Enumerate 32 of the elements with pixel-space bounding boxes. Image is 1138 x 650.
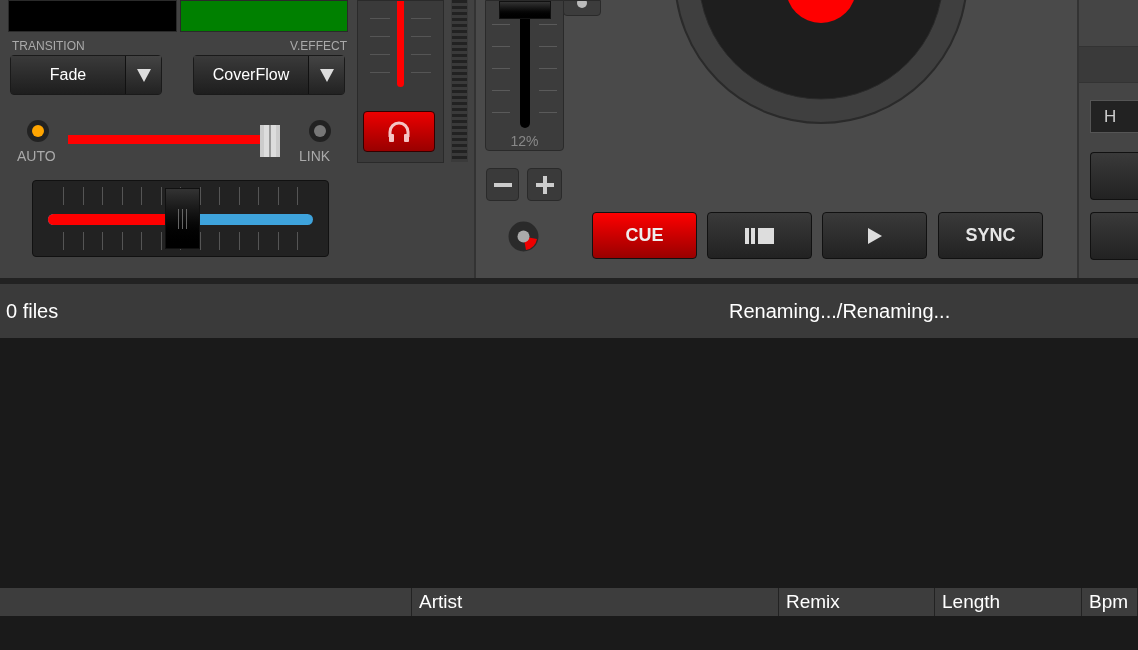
column-header[interactable]: Bpm [1082, 588, 1138, 616]
input-field[interactable]: H [1090, 100, 1138, 133]
transition-dropdown[interactable]: Fade [10, 55, 162, 95]
file-count: 0 files [5, 299, 60, 324]
dropdown-arrow-icon [135, 67, 152, 83]
play-button[interactable] [822, 212, 927, 259]
headphones-icon [387, 120, 411, 143]
link-label: LINK [299, 147, 331, 166]
crossfader[interactable] [32, 180, 329, 257]
column-header[interactable]: Length [935, 588, 1082, 616]
knob-icon[interactable] [508, 221, 539, 252]
pitch-down-button[interactable] [486, 168, 519, 201]
video-effect-dropdown[interactable]: CoverFlow [193, 55, 345, 95]
pitch-slider[interactable] [485, 0, 564, 151]
pause-stop-icon [744, 227, 775, 244]
play-icon [867, 227, 882, 244]
dropdown-arrow-icon [318, 67, 335, 83]
sync-button[interactable]: SYNC [938, 212, 1043, 259]
veffect-label: V.EFFECT [290, 38, 347, 55]
pitch-up-button[interactable] [527, 168, 562, 201]
auto-label: AUTO [17, 147, 56, 166]
plus-icon [535, 175, 554, 194]
pitch-range-button[interactable] [563, 0, 601, 16]
transition-label: TRANSITION [12, 38, 85, 55]
column-header[interactable]: Artist [412, 588, 779, 616]
pause-stop-button[interactable] [707, 212, 812, 259]
cue-button[interactable]: CUE [592, 212, 697, 259]
status-message: Renaming.../Renaming... [729, 299, 951, 324]
minus-icon [493, 182, 512, 187]
headphone-button[interactable] [363, 111, 435, 152]
pitch-reading: 12% [509, 132, 540, 151]
column-header[interactable]: Remix [779, 588, 935, 616]
